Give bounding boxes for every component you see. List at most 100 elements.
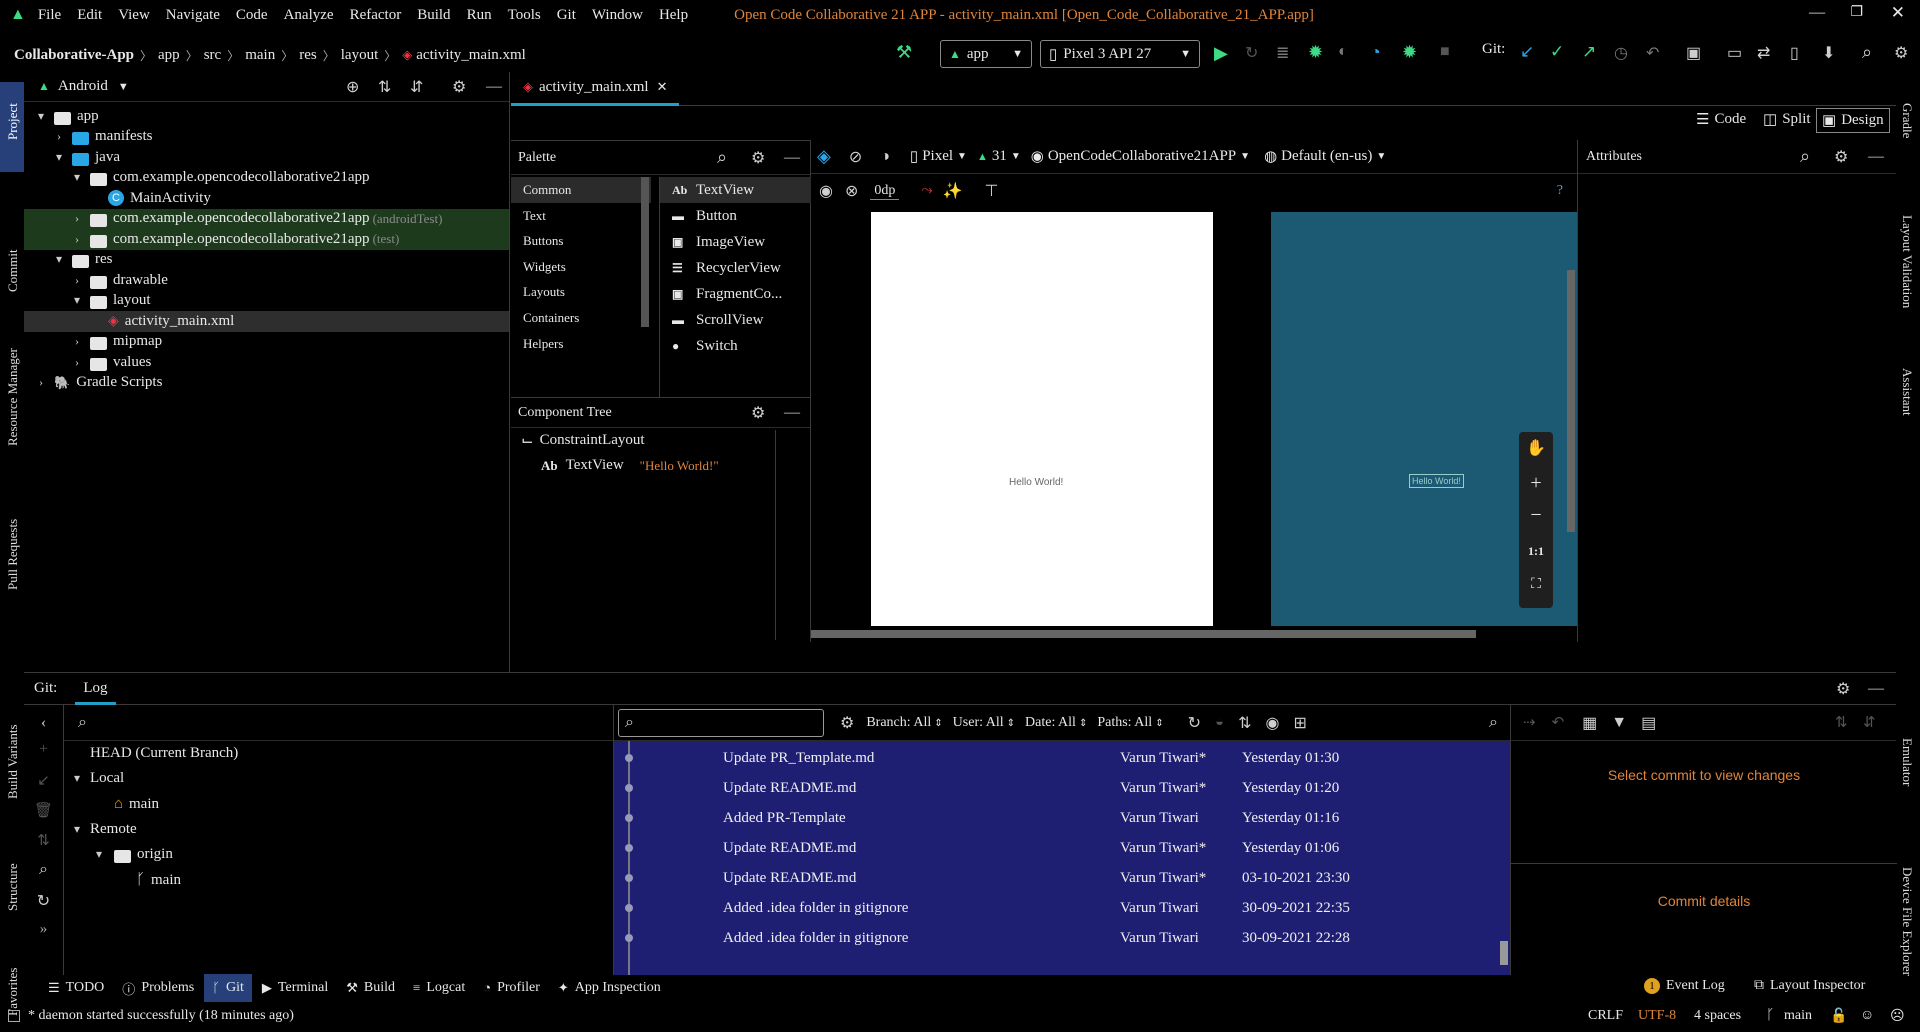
left-tab-build-variants[interactable]: Build Variants [2,712,24,812]
zoom-in-icon[interactable]: + [1519,466,1553,500]
coverage-icon[interactable]: ◐ [1338,43,1348,61]
menu-git[interactable]: Git [557,7,576,24]
project-tree-item[interactable]: ◈ activity_main.xml [24,311,509,332]
profile-icon[interactable]: ◔ [1370,42,1381,63]
refresh-icon[interactable]: ↻ [24,891,63,921]
menu-window[interactable]: Window [592,7,643,24]
sdk-manager-icon[interactable]: ⬇ [1822,43,1835,63]
chevron-down-icon[interactable]: ▼ [118,81,129,93]
history-icon[interactable]: ◷ [1614,43,1628,63]
design-preview[interactable]: Hello World! [871,212,1213,626]
palette-category[interactable]: Common [511,177,651,203]
infer-constraints-icon[interactable]: ✨ [943,181,963,201]
hello-world-text[interactable]: Hello World! [1009,477,1063,488]
device-select[interactable]: ▯ Pixel 3 API 27 ▼ [1040,40,1200,68]
design-mode-button[interactable]: ▣ Design [1816,108,1890,133]
palette-category[interactable]: Text [511,203,651,229]
blueprint-hello-world[interactable]: Hello World! [1409,474,1464,488]
palette-category[interactable]: Widgets [511,254,651,280]
menu-view[interactable]: View [118,7,150,24]
split-mode-button[interactable]: ◫ Split [1763,110,1811,129]
bottom-tab-todo[interactable]: ☰ TODO [40,974,112,1002]
chevron-down-icon[interactable]: ▾ [70,170,84,185]
bottom-tab-logcat[interactable]: ≡ Logcat [405,974,473,1002]
orientation-icon[interactable]: ⊘ [849,147,862,167]
settings-icon[interactable]: ⚙ [1894,43,1908,63]
palette-scrollbar[interactable] [641,177,649,327]
menu-edit[interactable]: Edit [77,7,102,24]
bottom-tab-build[interactable]: ⚒ Build [338,974,403,1002]
back-icon[interactable]: ‹ [24,705,63,741]
project-tree-item[interactable]: › values [24,352,509,373]
design-canvas[interactable]: Hello World! Hello World! ✋ + − 1:1 ⛶ [811,212,1577,642]
hide-panel-icon[interactable]: — [1868,148,1884,166]
collapse-all-icon[interactable]: ⇵ [1863,713,1876,732]
left-tab-pull-requests[interactable]: Pull Requests [2,504,24,604]
menu-refactor[interactable]: Refactor [350,7,402,24]
event-log-tab[interactable]: 1 Event Log [1644,978,1725,994]
layout-inspector-tab[interactable]: ⧉ Layout Inspector [1754,978,1865,994]
git-commit-icon[interactable]: ✓ [1550,42,1564,62]
feedback-sad-icon[interactable]: ☹ [1890,1008,1905,1025]
zoom-fit-icon[interactable]: ⛶ [1519,568,1553,602]
search-icon[interactable]: ⌕ [717,147,727,168]
collapse-all-icon[interactable]: ⇵ [410,77,423,97]
bottom-tab-git[interactable]: ᚴ Git [204,974,252,1002]
commit-row[interactable]: Update README.md Varun Tiwari* 03-10-2021 … [614,863,1510,893]
run-icon[interactable]: ▶ [1214,43,1228,64]
expand-all-icon[interactable]: ⇅ [1835,713,1848,732]
group-icon[interactable]: ▦ [1582,713,1597,733]
menu-file[interactable]: File [38,7,61,24]
log-search-input[interactable]: ⌕ [618,708,824,737]
search-icon[interactable]: ⌕ [1489,714,1498,732]
chevron-down-icon[interactable]: ▾ [52,150,66,165]
bottom-tab-problems[interactable]: ⓘ Problems [114,974,202,1002]
menu-tools[interactable]: Tools [508,7,541,24]
restore-button[interactable]: ❐ [1850,4,1863,21]
commit-row[interactable]: Added .idea folder in gitignore Varun Tiw… [614,923,1510,953]
branch-tree-item[interactable]: ▾ Local [64,766,613,791]
sort-icon[interactable]: ⇅ [1238,713,1251,733]
project-tree-item[interactable]: › mipmap [24,332,509,353]
breadcrumb-item[interactable]: src [204,47,222,64]
project-tree-item[interactable]: ▾ com.example.opencodecollaborative21app [24,168,509,189]
breadcrumb-item[interactable]: Collaborative-App [14,47,134,64]
breadcrumb-item[interactable]: layout [341,47,379,64]
log-filter[interactable]: Date: All ⇕ [1025,715,1087,731]
chevron-right-icon[interactable]: › [34,375,48,390]
palette-item[interactable]: ▬ ScrollView [660,307,811,333]
gear-icon[interactable]: ⚙ [1836,679,1850,699]
left-tab-project-label[interactable]: Project [2,82,24,162]
magnet-off-icon[interactable]: ⊗ [845,181,858,201]
help-icon[interactable]: ? [1557,183,1563,199]
line-separator[interactable]: CRLF [1588,1008,1623,1024]
device-manager-icon[interactable]: ▭ [1727,43,1742,63]
left-tab-structure[interactable]: Structure [2,847,24,927]
encoding[interactable]: UTF-8 [1638,1008,1676,1024]
project-tree-item[interactable]: ▾ layout [24,291,509,312]
gear-icon[interactable]: ⚙ [751,148,765,168]
tree-textview[interactable]: Ab TextView "Hello World!" [511,453,810,478]
breadcrumb-item[interactable]: app [158,47,180,64]
locale-select[interactable]: Default (en-us) [1281,148,1372,165]
menu-build[interactable]: Build [417,7,450,24]
palette-item[interactable]: ▣ FragmentCo... [660,281,811,307]
theme-select[interactable]: OpenCodeCollaborative21APP [1048,148,1236,165]
attach-debugger-icon[interactable]: ✹ [1402,42,1417,63]
log-filter[interactable]: User: All ⇕ [953,715,1015,731]
menu-run[interactable]: Run [467,7,492,24]
project-tree-item[interactable]: ▾ java [24,147,509,168]
project-tree-item[interactable]: › com.example.opencodecollaborative21app(… [24,208,509,229]
layout-icon[interactable]: ▤ [1641,713,1656,733]
gear-icon[interactable]: ⚙ [452,77,466,97]
chevron-right-icon[interactable]: › [70,273,84,288]
lock-icon[interactable]: 🔓 [1830,1008,1847,1025]
zoom-out-icon[interactable]: − [1519,500,1553,534]
eye-icon[interactable]: ◉ [1265,713,1279,733]
chevron-down-icon[interactable]: ▾ [34,109,48,124]
sync-gradle-icon[interactable]: ⇄ [1757,43,1770,63]
git-push-icon[interactable]: ↗ [1582,42,1596,62]
new-branch-icon[interactable]: + [24,741,63,771]
feedback-icon[interactable]: ☺ [1860,1008,1874,1024]
chevron-right-icon[interactable]: › [70,334,84,349]
